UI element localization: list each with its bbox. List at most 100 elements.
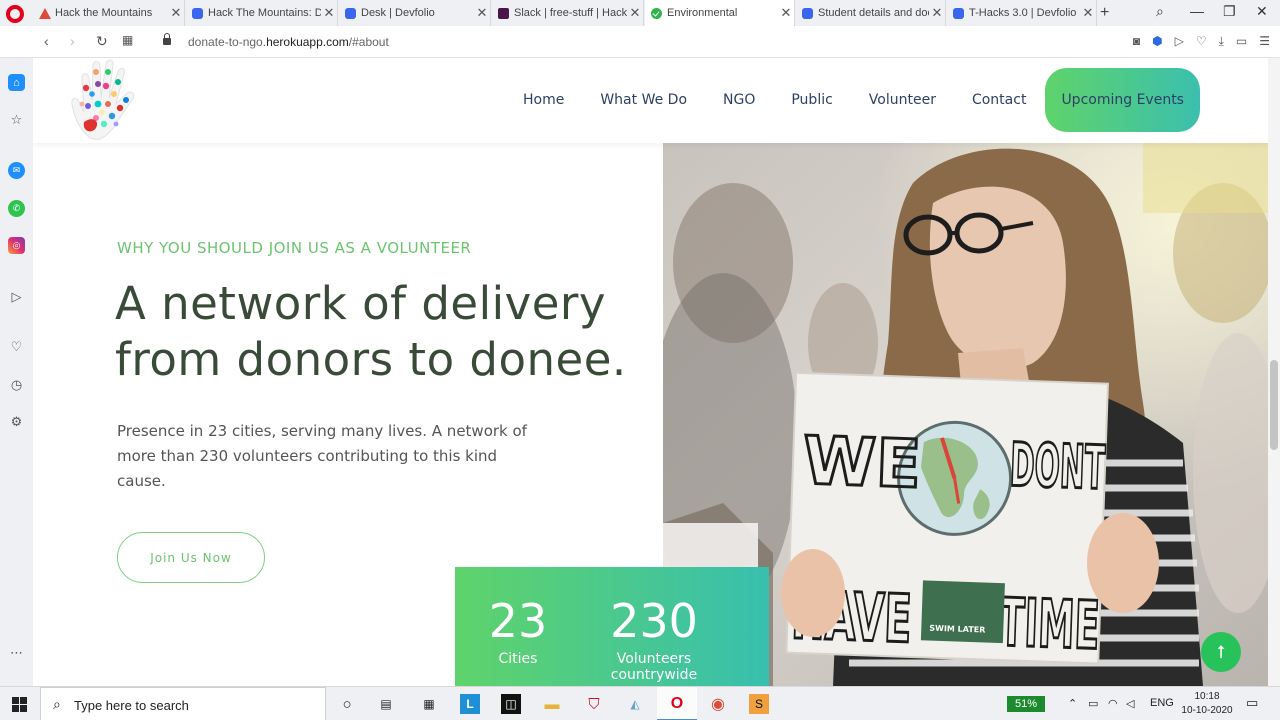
app-blue-icon[interactable]: ◭	[625, 694, 645, 714]
section-eyebrow: WHY YOU SHOULD JOIN US AS A VOLUNTEER	[117, 239, 472, 257]
close-tab-icon[interactable]: ✕	[321, 5, 337, 21]
clock-time: 10:18	[1194, 691, 1220, 702]
cortana-icon[interactable]: ○	[337, 694, 357, 714]
language-indicator[interactable]: ENG	[1150, 697, 1174, 709]
close-tab-icon[interactable]: ✕	[929, 5, 945, 21]
gear-icon[interactable]: ⚙	[8, 413, 25, 430]
web-page: Home What We Do NGO Public Volunteer Con…	[33, 58, 1268, 686]
taskbar-search-input[interactable]: ⌕ Type here to search	[40, 687, 326, 720]
devfolio-icon	[953, 7, 964, 19]
star-icon[interactable]: ☆	[8, 111, 25, 128]
nav-link-contact[interactable]: Contact	[972, 92, 1026, 108]
more-icon[interactable]: ⋯	[8, 644, 25, 661]
volume-icon[interactable]: ◁	[1126, 697, 1134, 710]
address-bar: ‹ › ↻ ▦ donate-to-ngo.herokuapp.com/#abo…	[0, 26, 1280, 58]
about-description: Presence in 23 cities, serving many live…	[117, 422, 527, 490]
windows-taskbar: ⌕ Type here to search ○ ▤ ▦ L ◫ ▬ ⛉ ◭ O …	[0, 686, 1280, 720]
notification-icon[interactable]: ▭	[1246, 695, 1258, 711]
app-l-icon[interactable]: L	[460, 694, 480, 714]
url-field[interactable]: donate-to-ngo.herokuapp.com/#about	[188, 35, 389, 49]
arrow-up-icon: ⭡	[1216, 641, 1226, 662]
stat-label: Cities	[498, 651, 538, 667]
hand-logo[interactable]	[68, 58, 143, 140]
camera-icon[interactable]: ◙	[1133, 34, 1140, 49]
forward-icon[interactable]: ›	[70, 33, 75, 49]
upcoming-events-button[interactable]: Upcoming Events	[1045, 68, 1200, 132]
send-icon[interactable]: ▷	[1175, 34, 1184, 49]
battery-saver-icon[interactable]: ▭	[1236, 34, 1247, 49]
minimize-icon[interactable]: —	[1190, 3, 1204, 19]
close-tab-icon[interactable]: ✕	[1080, 5, 1096, 21]
new-tab-icon[interactable]: +	[1100, 4, 1109, 22]
tab-title: Slack | free-stuff | Hack T	[514, 7, 627, 19]
nav-link-public[interactable]: Public	[791, 92, 832, 108]
sign-text-we: WE	[802, 422, 923, 503]
close-tab-icon[interactable]: ✕	[627, 5, 643, 21]
windows-start-icon[interactable]	[12, 697, 27, 712]
mcafee-icon[interactable]: ⛉	[584, 694, 604, 714]
wifi-icon[interactable]: ◠	[1108, 697, 1118, 710]
browser-tab[interactable]: Hack The Mountains: De ✕	[186, 0, 338, 26]
browser-tab[interactable]: Desk | Devfolio ✕	[339, 0, 491, 26]
task-view-icon[interactable]: ▤	[376, 694, 396, 714]
opera-taskbar-icon[interactable]: O	[667, 694, 687, 714]
tab-title: Hack the Mountains	[55, 7, 153, 19]
tab-title: Hack The Mountains: De	[208, 7, 321, 19]
browser-sidebar: ⌂ ☆ ✉ ✆ ◎ ▷ ♡ ◷ ⚙ ⋯	[0, 58, 33, 686]
close-tab-icon[interactable]: ✕	[474, 5, 490, 21]
opera-menu-icon[interactable]	[6, 5, 24, 23]
site-header: Home What We Do NGO Public Volunteer Con…	[33, 58, 1268, 143]
tab-title: Student details and doc	[818, 7, 929, 19]
battery-icon[interactable]: ▭	[1088, 697, 1098, 710]
home-icon[interactable]: ⌂	[8, 74, 25, 91]
main-nav: Home What We Do NGO Public Volunteer Con…	[523, 68, 1200, 132]
back-to-top-button[interactable]: ⭡	[1201, 632, 1241, 672]
battery-indicator[interactable]: 51%	[1007, 696, 1045, 712]
restore-icon[interactable]: ❐	[1223, 3, 1236, 20]
lock-icon[interactable]	[163, 33, 171, 45]
chrome-icon[interactable]: ◉	[708, 694, 728, 714]
browser-tab[interactable]: Student details and doc ✕	[796, 0, 946, 26]
tab-title: Desk | Devfolio	[361, 7, 435, 19]
instagram-icon[interactable]: ◎	[8, 237, 25, 254]
nav-link-volunteer[interactable]: Volunteer	[869, 92, 936, 108]
whatsapp-icon[interactable]: ✆	[8, 200, 25, 217]
reload-icon[interactable]: ↻	[96, 33, 108, 50]
tab-overview-icon[interactable]: ▦	[122, 33, 133, 47]
browser-tab[interactable]: T-Hacks 3.0 | Devfolio ✕	[947, 0, 1097, 26]
easy-setup-icon[interactable]: ☰	[1259, 34, 1270, 49]
tab-title: T-Hacks 3.0 | Devfolio	[969, 7, 1077, 19]
about-headline: A network of delivery from donors to don…	[115, 276, 655, 388]
close-tab-icon[interactable]: ✕	[778, 5, 794, 21]
file-explorer-icon[interactable]: ▬	[542, 694, 562, 714]
search-tabs-icon[interactable]: ⌕	[1156, 3, 1164, 20]
nav-link-home[interactable]: Home	[523, 92, 564, 108]
stat-label: Volunteers countrywide	[610, 651, 698, 683]
app-dark-icon[interactable]: ◫	[501, 694, 521, 714]
chevron-up-icon[interactable]: ⌃	[1068, 697, 1077, 710]
browser-tab-active[interactable]: Environmental ✕	[645, 0, 795, 26]
back-icon[interactable]: ‹	[44, 33, 49, 49]
history-icon[interactable]: ◷	[8, 376, 25, 393]
join-us-button[interactable]: Join Us Now	[117, 532, 265, 583]
nav-link-what-we-do[interactable]: What We Do	[600, 92, 687, 108]
address-bar-tools: ◙ ⬢ ▷ ♡ ⤓ ▭ ☰	[1133, 34, 1270, 49]
messenger-icon[interactable]: ✉	[8, 162, 25, 179]
page-scrollbar[interactable]	[1268, 58, 1280, 686]
download-icon[interactable]: ⤓	[1219, 34, 1224, 49]
close-tab-icon[interactable]: ✕	[168, 5, 184, 21]
shield-icon[interactable]: ⬢	[1152, 34, 1162, 49]
system-clock[interactable]: 10:18 10-10-2020	[1180, 690, 1234, 718]
sublime-icon[interactable]: S	[749, 694, 769, 714]
close-window-icon[interactable]: ✕	[1256, 3, 1268, 20]
browser-tab[interactable]: Hack the Mountains ✕	[33, 0, 185, 26]
browser-tab-strip: Hack the Mountains ✕ Hack The Mountains:…	[0, 0, 1280, 26]
browser-tab[interactable]: Slack | free-stuff | Hack T ✕	[492, 0, 644, 26]
heart-icon[interactable]: ♡	[1196, 34, 1207, 49]
send-icon[interactable]: ▷	[8, 288, 25, 305]
nav-link-ngo[interactable]: NGO	[723, 92, 755, 108]
url-prefix: donate-to-ngo.	[188, 35, 267, 49]
heart-icon[interactable]: ♡	[8, 338, 25, 355]
calculator-icon[interactable]: ▦	[419, 694, 439, 714]
scrollbar-thumb[interactable]	[1270, 360, 1278, 450]
